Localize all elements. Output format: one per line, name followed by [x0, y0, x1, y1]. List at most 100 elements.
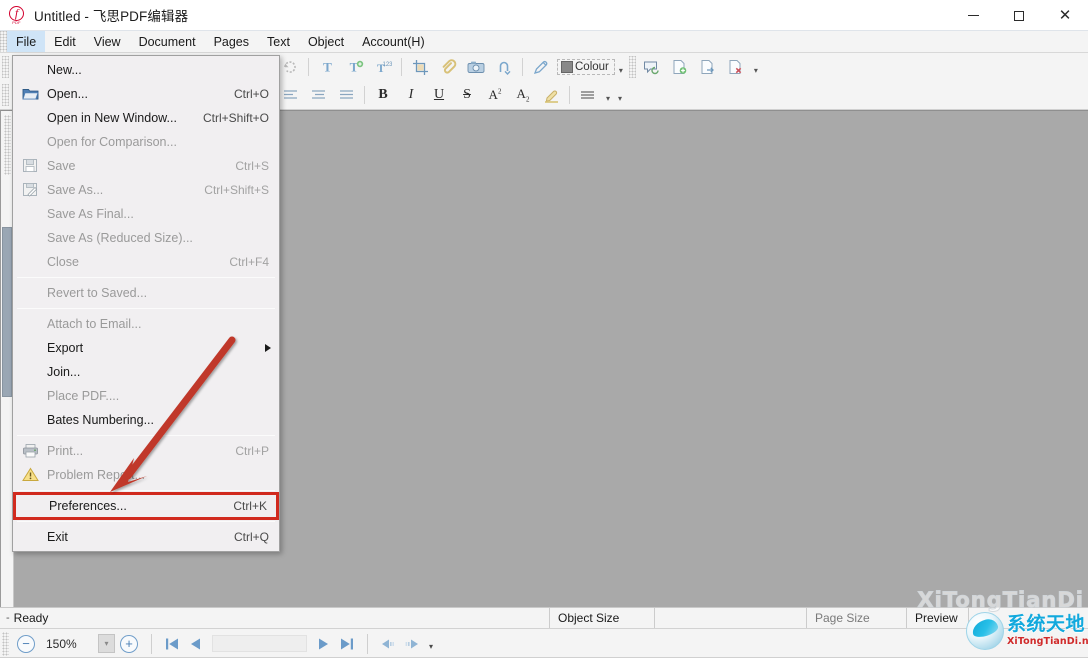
highlighter-icon: [544, 90, 558, 103]
camera-button[interactable]: [463, 55, 489, 79]
first-page-button[interactable]: [160, 633, 184, 655]
menu-object[interactable]: Object: [299, 31, 353, 52]
menu-pages[interactable]: Pages: [205, 31, 258, 52]
underline-button[interactable]: U: [426, 83, 452, 107]
next-page-button[interactable]: [311, 633, 335, 655]
line-spacing-button[interactable]: [575, 83, 601, 107]
file-menu-save-accel: Ctrl+S: [235, 159, 269, 173]
previous-view-button[interactable]: [376, 633, 400, 655]
text-order-button[interactable]: T 123: [370, 55, 396, 79]
file-menu-place-pdf: Place PDF....: [13, 384, 279, 408]
file-menu-exit[interactable]: Exit Ctrl+Q: [13, 525, 279, 549]
bottom-toolbar-grip[interactable]: [2, 631, 9, 656]
maximize-button[interactable]: [996, 0, 1042, 31]
last-page-icon: [341, 638, 353, 649]
zoom-in-button[interactable]: +: [120, 634, 138, 653]
file-menu-export-label: Export: [47, 341, 84, 355]
left-rail-grip[interactable]: [3, 115, 11, 175]
file-menu-print: Print... Ctrl+P: [13, 439, 279, 463]
comment-button[interactable]: [639, 55, 665, 79]
align-center-button[interactable]: [305, 83, 331, 107]
printer-icon: [22, 443, 39, 459]
minimize-button[interactable]: [950, 0, 996, 31]
status-preview-label: Preview: [906, 608, 968, 628]
toolbar-grip-1[interactable]: [2, 56, 9, 78]
file-menu-separator-5: [17, 521, 275, 522]
align-justify-button[interactable]: [333, 83, 359, 107]
page-delete-button[interactable]: [723, 55, 749, 79]
pages-dropdown-caret[interactable]: ▾: [750, 56, 762, 78]
zoom-dropdown-button[interactable]: ▾: [98, 634, 115, 653]
strikethrough-button[interactable]: S: [454, 83, 480, 107]
file-menu-join[interactable]: Join...: [13, 360, 279, 384]
menu-document-label: Document: [138, 34, 196, 49]
prev-page-button[interactable]: [184, 633, 208, 655]
close-button[interactable]: ✕: [1042, 0, 1088, 31]
highlighter-button[interactable]: [538, 83, 564, 107]
page-number-field[interactable]: [212, 635, 307, 652]
menu-text[interactable]: Text: [258, 31, 299, 52]
menu-account[interactable]: Account(H): [353, 31, 434, 52]
file-menu-save-as-accel: Ctrl+Shift+S: [204, 183, 269, 197]
last-page-button[interactable]: [335, 633, 359, 655]
edit-text-icon: T: [349, 60, 363, 75]
folder-open-icon: [22, 86, 39, 102]
menu-view[interactable]: View: [85, 31, 130, 52]
left-rail-scroll-thumb[interactable]: [2, 227, 12, 397]
file-menu-bates-numbering[interactable]: Bates Numbering...: [13, 408, 279, 432]
toolbar-grip-2[interactable]: [628, 56, 636, 78]
bold-icon: B: [378, 87, 388, 102]
align-left-button[interactable]: [277, 83, 303, 107]
link-button[interactable]: [491, 55, 517, 79]
superscript-button[interactable]: A2: [482, 83, 508, 107]
crop-button[interactable]: [407, 55, 433, 79]
first-page-icon: [166, 638, 178, 649]
svg-text:T: T: [323, 60, 332, 75]
menu-edit[interactable]: Edit: [45, 31, 85, 52]
file-menu-dropdown: New... Open... Ctrl+O Open in New Window…: [12, 55, 280, 552]
file-menu-print-label: Print...: [47, 444, 84, 458]
window-title: Untitled - 飞思PDF编辑器: [34, 9, 189, 24]
toolbar-grip-3[interactable]: [2, 84, 9, 106]
text-order-icon: T 123: [376, 61, 391, 75]
menu-view-label: View: [93, 34, 121, 49]
edit-text-button[interactable]: T: [342, 55, 368, 79]
file-menu-problem-report: Problem Report...: [13, 463, 279, 487]
zoom-out-button[interactable]: −: [17, 634, 35, 653]
eyedropper-button[interactable]: [528, 55, 554, 79]
file-menu-new[interactable]: New...: [13, 58, 279, 82]
submenu-arrow-icon: [265, 344, 271, 352]
file-menu-separator-2: [17, 308, 275, 309]
menu-account-label: Account(H): [362, 34, 425, 49]
toolbar-overflow-caret[interactable]: ▾: [614, 84, 626, 106]
attachment-button[interactable]: [435, 55, 461, 79]
colour-picker[interactable]: Colour: [557, 59, 615, 75]
comment-icon: [643, 61, 659, 75]
add-text-icon: T: [323, 60, 332, 75]
subscript-icon: A2: [516, 86, 530, 104]
file-menu-export[interactable]: Export: [13, 336, 279, 360]
colour-dropdown-caret[interactable]: ▾: [615, 56, 627, 78]
menu-file[interactable]: File: [7, 31, 46, 52]
menubar-grip[interactable]: [0, 31, 7, 52]
file-menu-open[interactable]: Open... Ctrl+O: [13, 82, 279, 106]
menu-file-label: File: [16, 34, 37, 49]
menu-document[interactable]: Document: [130, 31, 205, 52]
prev-page-icon: [191, 638, 200, 649]
file-menu-open-new-window[interactable]: Open in New Window... Ctrl+Shift+O: [13, 106, 279, 130]
file-menu-preferences[interactable]: Preferences... Ctrl+K: [13, 492, 279, 520]
next-view-button[interactable]: [400, 633, 424, 655]
file-menu-exit-label: Exit: [47, 530, 68, 544]
page-export-button[interactable]: [695, 55, 721, 79]
add-text-button[interactable]: T: [314, 55, 340, 79]
bold-button[interactable]: B: [370, 83, 396, 107]
toolbar-separator: [401, 58, 402, 76]
italic-button[interactable]: I: [398, 83, 424, 107]
page-add-button[interactable]: [667, 55, 693, 79]
line-spacing-caret[interactable]: ▾: [602, 84, 614, 106]
zoom-level-field[interactable]: 150%: [40, 634, 98, 653]
subscript-button[interactable]: A2: [510, 83, 536, 107]
warning-icon: [22, 467, 39, 483]
undo-button[interactable]: [277, 55, 303, 79]
bottom-overflow-caret[interactable]: ▾: [424, 633, 438, 655]
